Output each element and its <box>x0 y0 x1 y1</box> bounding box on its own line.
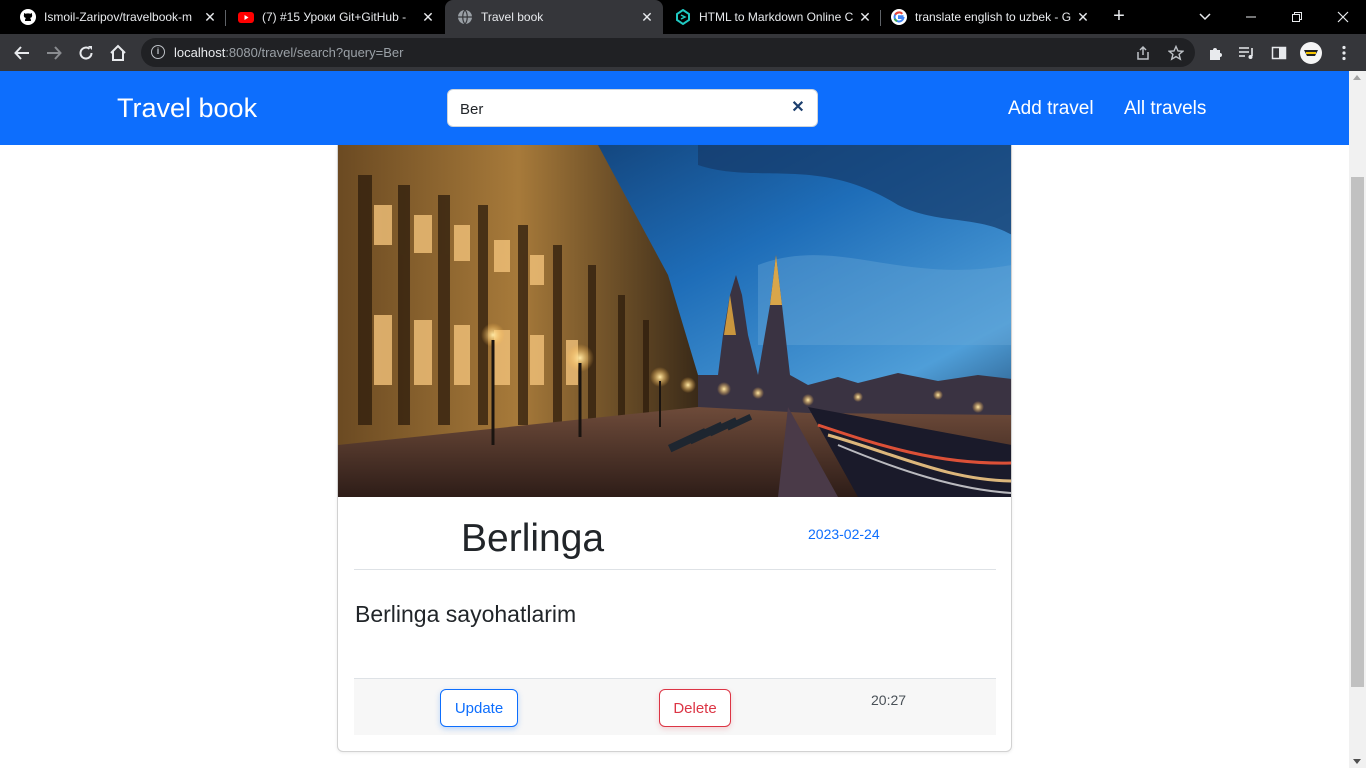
travel-date: 2023-02-24 <box>808 526 880 542</box>
reload-button[interactable] <box>73 40 99 66</box>
travel-time: 20:27 <box>871 692 907 708</box>
github-icon <box>20 9 36 25</box>
browser-tab-strip: Ismoil-Zaripov/travelbook-m ✕ (7) #15 Ур… <box>0 0 1366 34</box>
tab-youtube[interactable]: (7) #15 Уроки Git+GitHub - ✕ <box>226 0 444 34</box>
site-navbar: Travel book ✕ Add travel All travels <box>0 71 1349 145</box>
all-travels-link[interactable]: All travels <box>1124 98 1206 120</box>
close-icon[interactable]: ✕ <box>639 9 655 25</box>
delete-button[interactable]: Delete <box>659 689 731 727</box>
info-icon[interactable]: i <box>151 45 165 59</box>
tab-title: translate english to uzbek - G <box>915 10 1072 24</box>
arrow-right-icon <box>47 46 62 60</box>
close-icon[interactable]: ✕ <box>1075 9 1091 25</box>
clear-search-icon[interactable]: ✕ <box>791 100 805 116</box>
forward-button[interactable] <box>41 40 67 66</box>
bookmark-star-icon[interactable] <box>1167 44 1185 62</box>
address-url[interactable]: localhost:8080/travel/search?query=Ber <box>174 45 403 60</box>
home-button[interactable] <box>105 40 131 66</box>
globe-icon <box>458 9 472 25</box>
arrow-left-icon <box>14 46 29 60</box>
media-queue-icon[interactable] <box>1236 42 1258 64</box>
travel-card: Berlinga 2023-02-24 Berlinga sayohatlari… <box>337 145 1012 752</box>
update-button[interactable]: Update <box>440 689 518 727</box>
close-icon[interactable]: ✕ <box>857 9 873 25</box>
travel-photo <box>338 145 1011 497</box>
tab-github[interactable]: Ismoil-Zaripov/travelbook-m ✕ <box>0 0 226 34</box>
address-path: :8080/travel/search?query=Ber <box>225 45 404 60</box>
minimize-button[interactable] <box>1228 0 1274 34</box>
close-icon <box>1337 11 1349 23</box>
profile-avatar[interactable] <box>1300 42 1322 64</box>
close-icon[interactable]: ✕ <box>420 9 436 25</box>
tab-title: HTML to Markdown Online C <box>699 10 854 24</box>
address-bar[interactable]: i localhost:8080/travel/search?query=Ber <box>141 38 1195 67</box>
tab-travel-book[interactable]: Travel book ✕ <box>445 0 663 34</box>
menu-kebab-icon[interactable] <box>1333 42 1355 64</box>
scroll-up-arrow-icon[interactable] <box>1353 75 1361 80</box>
restore-button[interactable] <box>1274 0 1320 34</box>
tab-title: Travel book <box>481 10 544 24</box>
scroll-down-arrow-icon[interactable] <box>1353 759 1361 764</box>
travel-title: Berlinga <box>461 517 605 560</box>
back-button[interactable] <box>9 40 35 66</box>
divider <box>354 569 996 570</box>
tab-title: (7) #15 Уроки Git+GitHub - <box>262 10 407 24</box>
tab-title: Ismoil-Zaripov/travelbook-m <box>44 10 193 24</box>
search-box: ✕ <box>447 89 818 127</box>
tab-html-to-markdown[interactable]: HTML to Markdown Online C ✕ <box>663 0 881 34</box>
extensions-puzzle-icon[interactable] <box>1205 42 1227 64</box>
reload-icon <box>79 46 93 60</box>
scroll-thumb[interactable] <box>1351 177 1364 687</box>
minimize-icon <box>1246 16 1256 18</box>
google-icon <box>891 9 907 25</box>
search-input[interactable] <box>460 98 780 120</box>
add-travel-link[interactable]: Add travel <box>1008 98 1094 120</box>
codebeautify-icon <box>676 9 690 25</box>
address-host: localhost <box>174 45 226 60</box>
close-icon[interactable]: ✕ <box>202 9 218 25</box>
card-footer: Update Delete 20:27 <box>354 678 996 735</box>
youtube-icon <box>238 12 254 23</box>
page-scrollbar[interactable] <box>1349 71 1366 768</box>
brand-link[interactable]: Travel book <box>117 93 257 124</box>
browser-toolbar: i localhost:8080/travel/search?query=Ber <box>0 34 1366 71</box>
tab-google-translate[interactable]: translate english to uzbek - G ✕ <box>881 0 1099 34</box>
tab-search-button[interactable] <box>1182 0 1228 34</box>
close-window-button[interactable] <box>1320 0 1366 34</box>
new-tab-button[interactable]: + <box>1108 6 1130 28</box>
chevron-down-icon <box>1199 13 1211 21</box>
restore-icon <box>1292 12 1302 22</box>
share-icon[interactable] <box>1134 44 1152 62</box>
travel-description: Berlinga sayohatlarim <box>355 601 577 627</box>
side-panel-icon[interactable] <box>1268 42 1290 64</box>
home-icon <box>110 44 126 61</box>
